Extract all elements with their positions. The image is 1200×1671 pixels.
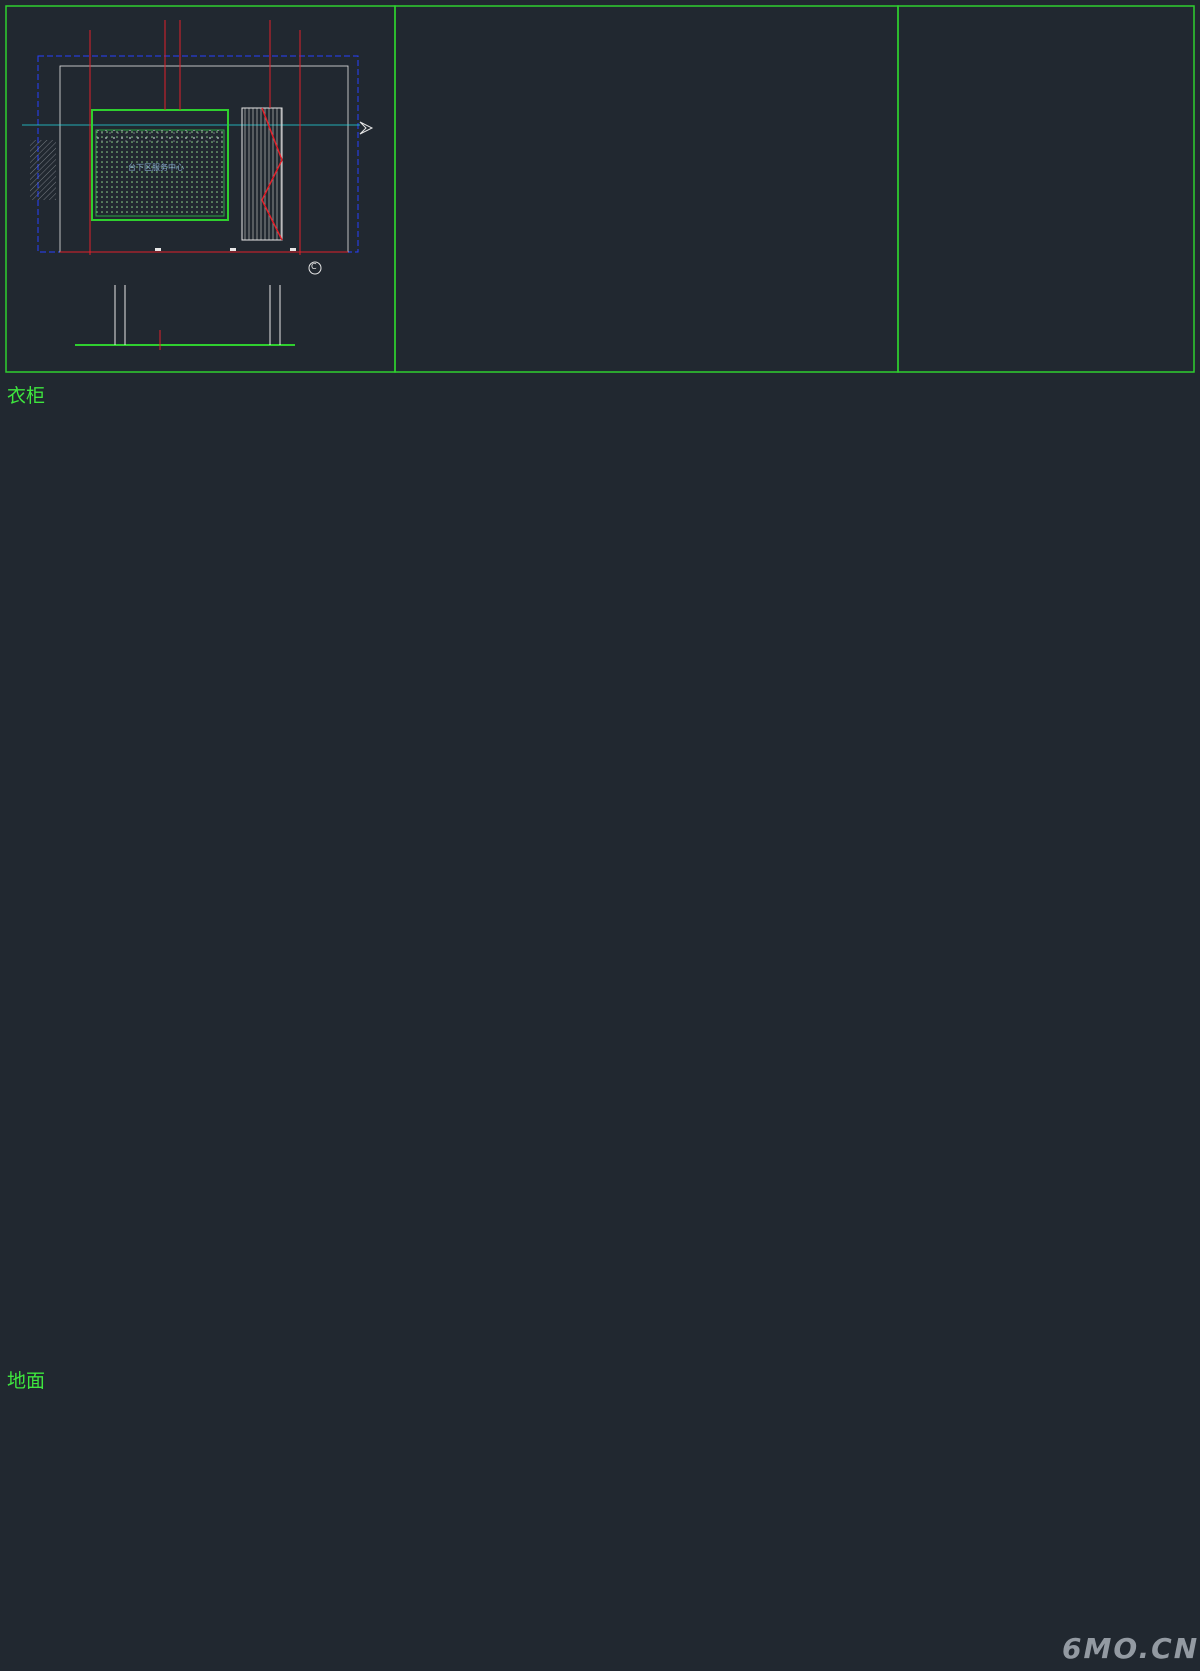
floor-section-title: 地面 bbox=[7, 1370, 46, 1392]
watermark: 6MO.CN bbox=[1062, 1632, 1200, 1665]
cad-drawing-sheet bbox=[5, 5, 1195, 373]
wardrobe-section-title: 衣柜 bbox=[7, 385, 46, 407]
service-center-sign: 台下区服务中心 bbox=[128, 163, 184, 172]
marker-c: C bbox=[311, 262, 317, 271]
reception-elevation bbox=[22, 20, 374, 350]
